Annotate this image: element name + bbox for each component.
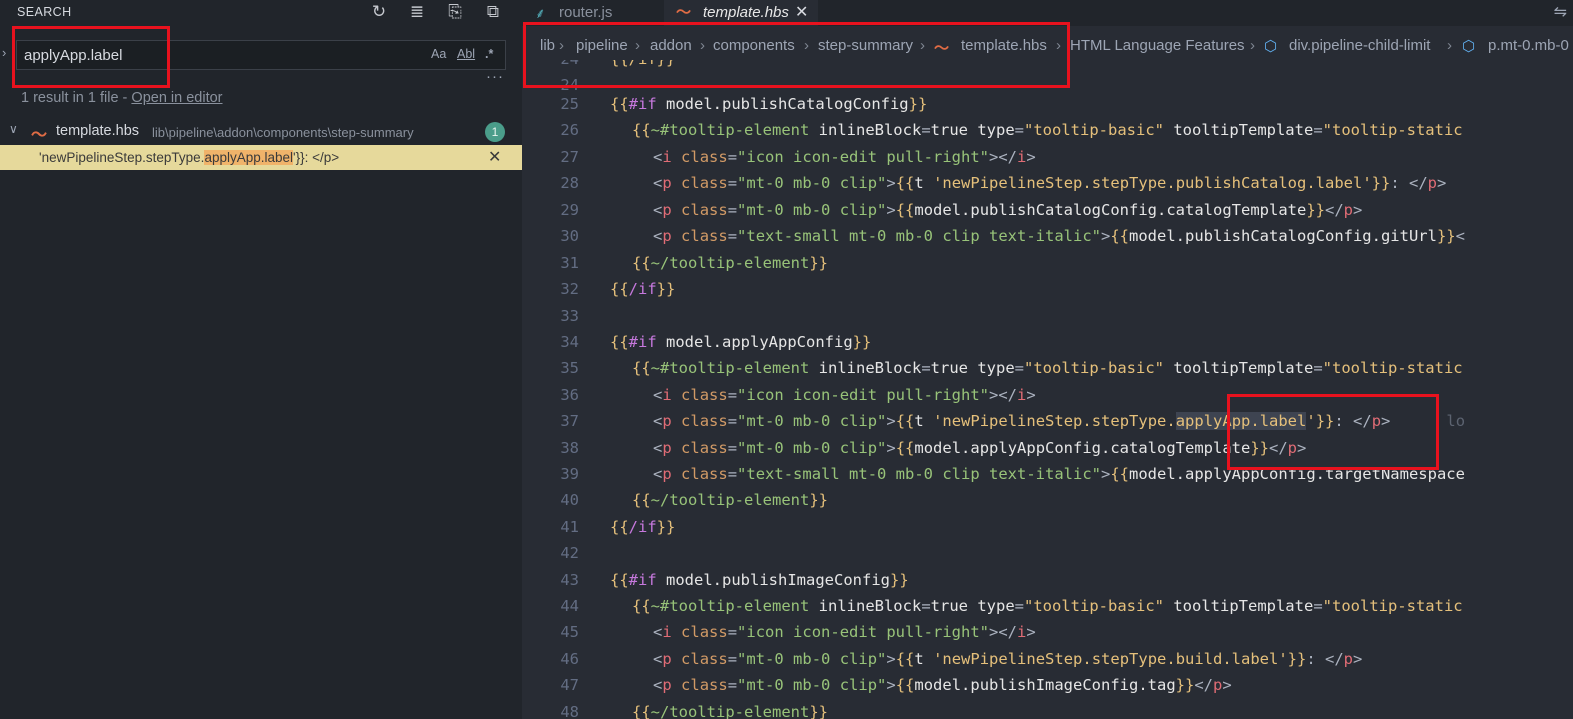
result-file-row[interactable]: ∨ 〜 template.hbs lib\pipeline\addon\comp…	[0, 120, 522, 144]
match-text: 'newPipelineStep.stepType.applyApp.label…	[39, 150, 339, 165]
match-highlight: applyApp.label	[204, 150, 294, 165]
handlebars-file-icon: 〜	[676, 4, 692, 21]
search-sidebar: SEARCH ↻ ≣ ⎘ ⧉ › Aa Abl .* ··· 1 result …	[0, 0, 522, 719]
breadcrumb-item[interactable]: template.hbs	[961, 37, 1047, 54]
result-summary: 1 result in 1 file - Open in editor	[21, 90, 223, 106]
code-line: 32 {{/if}}	[560, 280, 676, 298]
breadcrumb-separator-icon: ›	[559, 37, 564, 54]
code-line: 26 {{~#tooltip-element inlineBlock=true t…	[560, 121, 1463, 139]
search-box: Aa Abl .*	[16, 40, 506, 70]
clear-results-icon[interactable]: ≣	[406, 2, 428, 22]
tab-template-hbs[interactable]: 〜 template.hbs ✕	[664, 0, 818, 26]
search-input[interactable]	[17, 41, 417, 69]
code-area[interactable]: 24{{/if}} 24 25{{#if model.publishCatalo…	[522, 60, 1573, 719]
open-changes-icon[interactable]: ⇋	[1554, 2, 1567, 22]
match-case-toggle[interactable]: Aa	[431, 47, 446, 61]
code-line: 35 {{~#tooltip-element inlineBlock=true t…	[560, 359, 1463, 377]
collapse-all-icon[interactable]: ⧉	[482, 2, 504, 22]
new-search-editor-icon[interactable]: ⎘	[444, 2, 466, 22]
code-line: 33	[560, 307, 579, 325]
element-cube-icon: ⬡	[1462, 38, 1476, 55]
whole-word-toggle[interactable]: Abl	[457, 47, 475, 61]
breadcrumb-item[interactable]: p.mt-0.mb-0	[1488, 37, 1569, 54]
breadcrumb-item[interactable]: components	[713, 37, 795, 54]
result-file-path: lib\pipeline\addon\components\step-summa…	[152, 125, 414, 140]
code-line: 46 <p class="mt-0 mb-0 clip">{{t 'newPipe…	[560, 650, 1363, 668]
breadcrumb-item[interactable]: step-summary	[818, 37, 913, 54]
code-line: 43 {{#if model.publishImageConfig}}	[560, 571, 909, 589]
breadcrumb-separator-icon: ›	[700, 37, 705, 54]
code-line: 37 <p class="mt-0 mb-0 clip">{{t 'newPipe…	[560, 412, 1466, 430]
breadcrumb-item[interactable]: HTML Language Features	[1070, 37, 1245, 54]
toggle-replace-icon[interactable]: ›	[2, 45, 6, 60]
code-line: 29 <p class="mt-0 mb-0 clip">{{model.publ…	[560, 201, 1363, 219]
breadcrumb-separator-icon: ›	[1447, 37, 1452, 54]
chevron-down-icon[interactable]: ∨	[9, 122, 18, 136]
breadcrumb-separator-icon: ›	[804, 37, 809, 54]
code-line: 40 {{~/tooltip-element}}	[560, 491, 828, 509]
code-line: 39 <p class="text-small mt-0 mb-0 clip te…	[560, 465, 1465, 483]
code-line: 28 <p class="mt-0 mb-0 clip">{{t 'newPipe…	[560, 174, 1447, 192]
code-line: 25 {{#if model.publishCatalogConfig}}	[560, 95, 928, 113]
search-actions: ↻ ≣ ⎘ ⧉	[368, 2, 504, 22]
code-line: 36 <i class="icon icon-edit pull-right"><…	[560, 386, 1036, 404]
code-line: 48 {{~/tooltip-element}}	[560, 703, 828, 719]
code-line: 27 <i class="icon icon-edit pull-right"><…	[560, 148, 1036, 166]
tab-bar: ⸙ router.js 〜 template.hbs ✕ ⇋	[522, 0, 1573, 26]
breadcrumb-item[interactable]: addon	[650, 37, 692, 54]
close-tab-icon[interactable]: ✕	[795, 0, 808, 26]
result-count-badge: 1	[485, 122, 505, 142]
code-line: 41 {{/if}}	[560, 518, 676, 536]
handlebars-file-icon: 〜	[934, 40, 950, 57]
toggle-search-details-icon[interactable]: ···	[486, 68, 504, 85]
breadcrumb-separator-icon: ›	[635, 37, 640, 54]
tab-label: template.hbs	[703, 4, 789, 21]
tab-label: router.js	[559, 4, 613, 21]
handlebars-file-icon: 〜	[31, 127, 48, 144]
code-line: 34 {{#if model.applyAppConfig}}	[560, 333, 872, 351]
refresh-icon[interactable]: ↻	[368, 2, 390, 22]
breadcrumb-item[interactable]: pipeline	[576, 37, 628, 54]
code-line: 30 <p class="text-small mt-0 mb-0 clip te…	[560, 227, 1465, 245]
match-before: 'newPipelineStep.stepType.	[39, 150, 205, 165]
tab-router-js[interactable]: ⸙ router.js	[522, 0, 663, 26]
breadcrumb: lib › pipeline › addon › components › st…	[522, 34, 1573, 60]
result-count-text: 1 result in 1 file -	[21, 90, 132, 106]
js-file-icon: ⸙	[535, 5, 546, 21]
dismiss-icon[interactable]: ✕	[488, 147, 501, 167]
breadcrumb-item[interactable]: div.pipeline-child-limit	[1289, 37, 1430, 54]
code-line: 24{{/if}}	[522, 60, 1573, 75]
match-after: '}}: </p>	[293, 150, 340, 165]
regex-toggle[interactable]: .*	[485, 47, 493, 61]
breadcrumb-item[interactable]: lib	[540, 37, 555, 54]
code-line: 44 {{~#tooltip-element inlineBlock=true t…	[560, 597, 1463, 615]
code-line: 45 <i class="icon icon-edit pull-right"><…	[560, 623, 1036, 641]
code-editor: ⸙ router.js 〜 template.hbs ✕ ⇋ lib › pip…	[522, 0, 1573, 719]
open-in-editor-link[interactable]: Open in editor	[131, 90, 222, 106]
sidebar-title: SEARCH	[17, 5, 72, 19]
breadcrumb-separator-icon: ›	[1056, 37, 1061, 54]
code-line: 42	[560, 544, 579, 562]
code-line: 31 {{~/tooltip-element}}	[560, 254, 828, 272]
result-match-row[interactable]: 'newPipelineStep.stepType.applyApp.label…	[0, 145, 522, 170]
result-file-name: template.hbs	[56, 123, 140, 139]
code-line: 38 <p class="mt-0 mb-0 clip">{{model.appl…	[560, 439, 1307, 457]
element-cube-icon: ⬡	[1264, 38, 1278, 55]
breadcrumb-separator-icon: ›	[920, 37, 925, 54]
breadcrumb-separator-icon: ›	[1250, 37, 1255, 54]
code-line: 47 <p class="mt-0 mb-0 clip">{{model.publ…	[560, 676, 1232, 694]
